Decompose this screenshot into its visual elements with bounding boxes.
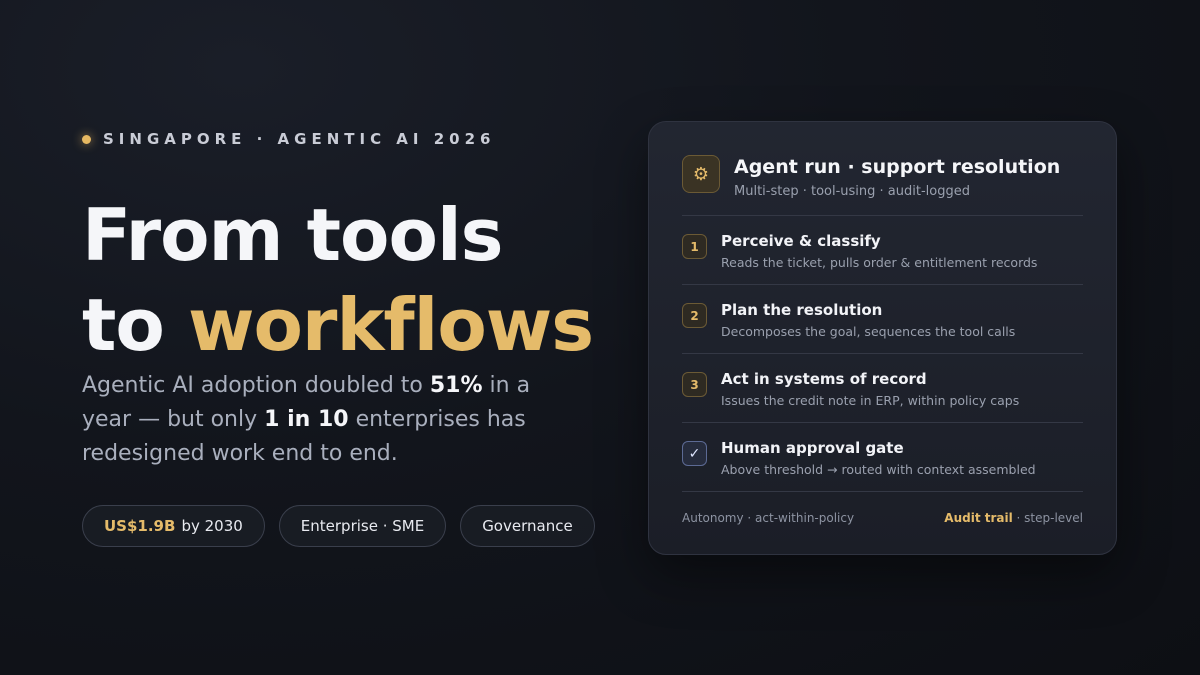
divider [682,353,1083,354]
headline-accent: workflows [187,283,594,367]
step-desc: Decomposes the goal, sequences the tool … [721,324,1016,339]
pill-market-size-label: by 2030 [181,517,243,535]
step-title: Human approval gate [721,439,904,457]
pill-market-size-value: US$1.9B [104,517,176,535]
autonomy-label: Autonomy · act-within-policy [682,511,855,525]
step-title: Plan the resolution [721,301,883,319]
lede-paragraph: Agentic AI adoption doubled to 51% in a … [82,369,542,471]
checkmark-icon: ✓ [682,441,707,466]
step-desc: Issues the credit note in ERP, within po… [721,393,1020,408]
headline-line1: From tools [82,193,504,277]
lede-text-1: Agentic AI adoption doubled to [82,373,430,398]
divider [682,422,1083,423]
pill-segments: Enterprise · SME [278,505,447,547]
accent-dot-icon [82,134,91,144]
lede-stat-enterprises: 1 in 10 [264,407,349,432]
eyebrow-label: SINGAPORE · AGENTIC AI 2026 [103,130,496,148]
card-header: ⚙ Agent run · support resolution Multi-s… [682,155,1083,199]
headline-line2-prefix: to [82,283,188,367]
pill-market-size: US$1.9B by 2030 [82,505,265,547]
eyebrow: SINGAPORE · AGENTIC AI 2026 [82,130,495,148]
lede-stat-adoption: 51% [429,373,483,398]
step-desc: Above threshold → routed with context as… [721,462,1036,477]
card-subtitle: Multi-step · tool-using · audit-logged [734,184,970,199]
step-approval: ✓ Human approval gate Above threshold → … [682,436,1083,492]
page-title: From tools to workflows [82,190,594,370]
step-act: 3 Act in systems of record Issues the cr… [682,367,1083,423]
step-title: Act in systems of record [721,370,927,388]
step-number-badge: 3 [682,372,707,397]
divider [682,284,1083,285]
step-plan: 2 Plan the resolution Decomposes the goa… [682,298,1083,354]
audit-trail-highlight: Audit trail [944,511,1013,525]
card-footer: Autonomy · act-within-policy Audit trail… [682,511,1083,525]
step-title: Perceive & classify [721,232,881,250]
audit-trail-rest: · step-level [1012,511,1083,525]
pill-segments-label: Enterprise · SME [300,517,425,535]
step-desc: Reads the ticket, pulls order & entitlem… [721,255,1038,270]
step-perceive: 1 Perceive & classify Reads the ticket, … [682,229,1083,285]
card-title: Agent run · support resolution [734,156,1061,178]
gear-icon: ⚙ [682,155,720,193]
step-number-badge: 1 [682,234,707,259]
pill-row: US$1.9B by 2030 Enterprise · SME Governa… [82,505,595,547]
step-number-badge: 2 [682,303,707,328]
divider [682,215,1083,216]
pill-governance: Governance [460,505,595,547]
agent-run-card: ⚙ Agent run · support resolution Multi-s… [648,121,1117,555]
pill-governance-label: Governance [482,517,573,535]
audit-trail-label: Audit trail · step-level [944,511,1083,525]
divider [682,491,1083,492]
